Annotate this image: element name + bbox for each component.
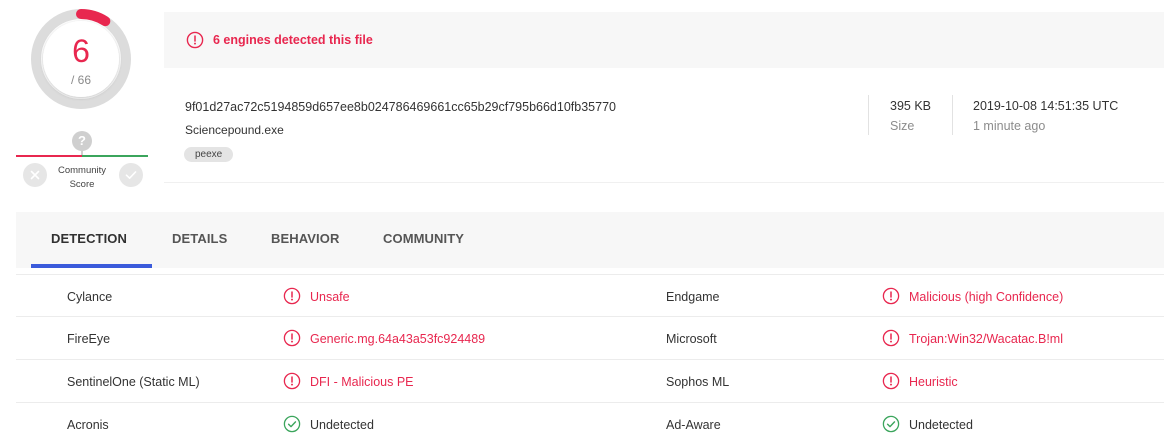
detection-score-panel: 6 / 66 ? Community Score: [0, 0, 163, 210]
community-bar-negative: [16, 155, 82, 157]
total-engines: / 66: [70, 73, 91, 87]
engine-result: Undetected: [909, 418, 973, 432]
file-info: 9f01d27ac72c5194859d657ee8b024786469661c…: [164, 68, 1164, 183]
detection-summary: 6 engines detected this file: [213, 33, 373, 47]
detected-count: 6: [72, 33, 90, 69]
close-icon: [30, 170, 40, 180]
detection-gauge: 6 / 66: [30, 8, 132, 110]
alert-circle-icon: [882, 372, 900, 390]
alert-circle-icon: [283, 329, 301, 347]
engine-result: Heuristic: [909, 375, 958, 389]
alert-circle-icon: [186, 31, 204, 49]
check-icon: [125, 171, 137, 179]
engine-name: Microsoft: [666, 332, 717, 346]
check-circle-icon: [882, 415, 900, 433]
engine-name: FireEye: [67, 332, 111, 346]
detection-table: Cylance Unsafe Endgame Malicious (high C…: [16, 274, 1164, 445]
community-bar-positive: [82, 155, 148, 157]
table-row: Acronis Undetected Ad-Aware Undetected: [16, 403, 1164, 445]
tab-behavior[interactable]: BEHAVIOR: [271, 231, 339, 246]
engine-result: DFI - Malicious PE: [310, 375, 414, 389]
engine-result: Unsafe: [310, 290, 350, 304]
divider: [952, 95, 953, 135]
engine-name: Ad-Aware: [666, 418, 721, 432]
table-row: FireEye Generic.mg.64a43a53fc924489 Micr…: [16, 317, 1164, 360]
table-row: SentinelOne (Static ML) DFI - Malicious …: [16, 360, 1164, 403]
check-circle-icon: [283, 415, 301, 433]
detection-banner: 6 engines detected this file: [164, 12, 1164, 68]
engine-name: Cylance: [67, 290, 113, 304]
divider: [868, 95, 869, 135]
alert-circle-icon: [283, 372, 301, 390]
engine-name: Sophos ML: [666, 375, 730, 389]
alert-circle-icon: [882, 329, 900, 347]
alert-circle-icon: [882, 287, 900, 305]
community-score-label: Community Score: [57, 165, 107, 190]
vote-harmless-button[interactable]: [119, 163, 143, 187]
active-tab-indicator: [31, 264, 152, 268]
table-row: Cylance Unsafe Endgame Malicious (high C…: [16, 274, 1164, 317]
tab-details[interactable]: DETAILS: [172, 231, 227, 246]
analysis-date-value: 2019-10-08 14:51:35 UTC: [973, 99, 1119, 113]
tab-detection[interactable]: DETECTION: [51, 231, 127, 246]
file-name: Sciencepound.exe: [185, 123, 284, 137]
analysis-date-relative: 1 minute ago: [973, 119, 1046, 133]
vote-malicious-button[interactable]: [23, 163, 47, 187]
question-icon[interactable]: ?: [72, 131, 92, 151]
report-tabs: DETECTION DETAILS BEHAVIOR COMMUNITY: [16, 212, 1164, 268]
engine-result: Undetected: [310, 418, 374, 432]
tab-community[interactable]: COMMUNITY: [383, 231, 464, 246]
alert-circle-icon: [283, 287, 301, 305]
engine-result: Trojan:Win32/Wacatac.B!ml: [909, 332, 1063, 346]
file-hash[interactable]: 9f01d27ac72c5194859d657ee8b024786469661c…: [185, 100, 616, 114]
community-score: ? Community Score: [16, 130, 148, 200]
engine-result: Malicious (high Confidence): [909, 290, 1064, 304]
engine-result: Generic.mg.64a43a53fc924489: [310, 332, 486, 346]
file-size-label: Size: [890, 119, 915, 133]
file-size-value: 395 KB: [890, 99, 932, 113]
engine-name: Endgame: [666, 290, 720, 304]
engine-name: SentinelOne (Static ML): [67, 375, 200, 389]
file-type-tag[interactable]: peexe: [184, 147, 234, 162]
engine-name: Acronis: [67, 418, 109, 432]
